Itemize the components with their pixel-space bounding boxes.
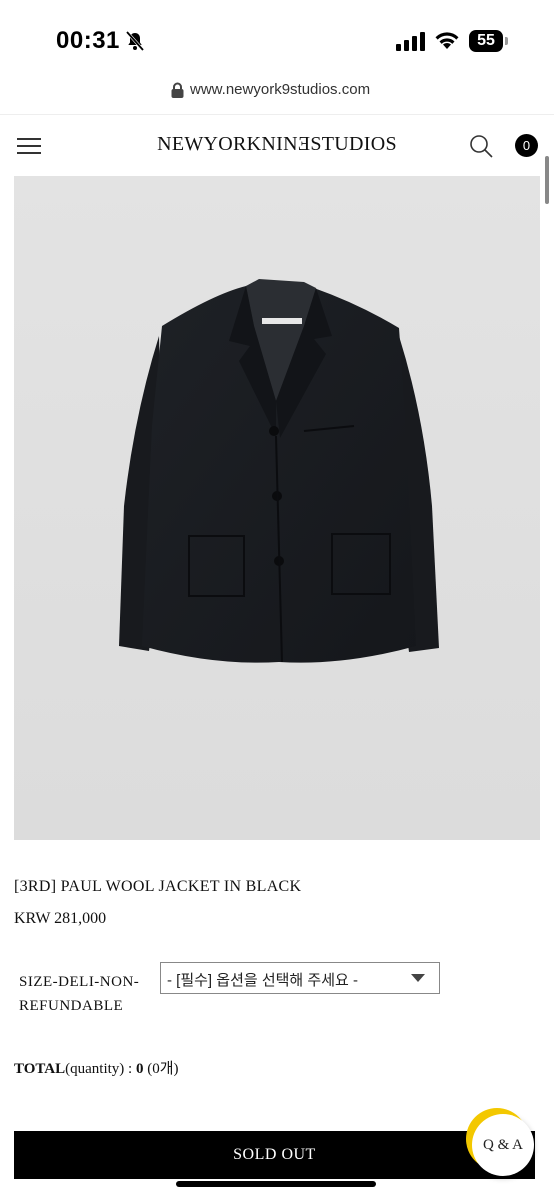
battery-level: 55 — [469, 30, 503, 52]
size-option-select[interactable]: - [필수] 옵션을 선택해 주세요 - — [160, 962, 440, 994]
chevron-down-icon — [411, 974, 425, 982]
status-bar: 00:31 55 — [0, 0, 554, 78]
status-time: 00:31 — [56, 27, 120, 54]
sold-out-button[interactable]: SOLD OUT — [14, 1131, 535, 1179]
qa-button[interactable]: Q & A — [472, 1114, 534, 1176]
product-title: [3RD] PAUL WOOL JACKET IN BLACK — [14, 878, 302, 895]
scrollbar[interactable] — [545, 156, 549, 204]
url-bar[interactable]: www.newyork9studios.com — [0, 74, 554, 108]
total-quantity-label: (quantity) : — [65, 1061, 136, 1077]
lock-icon — [171, 82, 184, 98]
cart-count-badge[interactable]: 0 — [515, 134, 538, 157]
total-summary: TOTAL(quantity) : 0 (0개) — [14, 1057, 179, 1078]
product-price: KRW 281,000 — [14, 910, 107, 927]
option-label: SIZE-DELI-NON- REFUNDABLE — [19, 970, 139, 1018]
bell-muted-icon — [125, 31, 145, 51]
cellular-signal-icon — [396, 32, 425, 51]
battery-icon: 55 — [469, 30, 509, 52]
url-text[interactable]: www.newyork9studios.com — [190, 81, 370, 98]
jacket-illustration — [119, 279, 439, 663]
wifi-icon — [435, 32, 459, 49]
option-select-value: - [필수] 옵션을 선택해 주세요 - — [167, 972, 358, 989]
total-count: (0개) — [143, 1061, 179, 1077]
option-label-line1: SIZE-DELI-NON- — [19, 974, 140, 990]
search-icon[interactable] — [469, 134, 493, 158]
total-label: TOTAL — [14, 1061, 66, 1077]
site-header: NEWYORKNINƎSTUDIOS 0 — [0, 114, 554, 175]
option-label-line2: REFUNDABLE — [19, 998, 124, 1014]
home-indicator[interactable] — [176, 1181, 376, 1187]
product-image[interactable] — [14, 176, 540, 840]
